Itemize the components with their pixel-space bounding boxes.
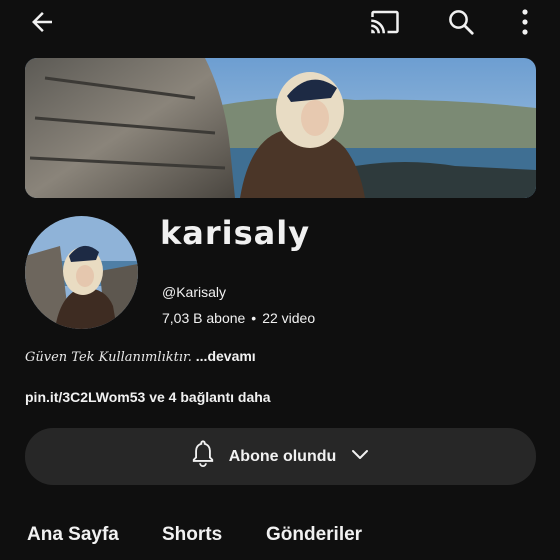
subscribed-label: Abone olundu bbox=[228, 447, 337, 465]
channel-name: karisaly bbox=[160, 214, 311, 252]
link-url[interactable]: pin.it/3C2LWom53 bbox=[25, 389, 145, 405]
description-text: Güven Tek Kullanımlıktır. bbox=[25, 350, 192, 365]
subscriber-count: 7,03 B abone bbox=[162, 310, 246, 326]
channel-banner bbox=[25, 58, 536, 198]
top-app-bar bbox=[0, 0, 560, 44]
channel-stats: 7,03 B abone • 22 video bbox=[162, 310, 315, 326]
search-icon[interactable] bbox=[440, 2, 482, 42]
stats-separator: • bbox=[251, 310, 257, 326]
arrow-left-icon[interactable] bbox=[22, 2, 62, 42]
bell-icon bbox=[189, 439, 217, 474]
tab-home[interactable]: Ana Sayfa bbox=[27, 524, 119, 546]
channel-links[interactable]: pin.it/3C2LWom53 ve 4 bağlantı daha bbox=[25, 389, 271, 405]
channel-handle: @Karisaly bbox=[162, 284, 227, 300]
video-count: 22 video bbox=[262, 310, 316, 326]
tab-shorts[interactable]: Shorts bbox=[162, 524, 222, 546]
more-vertical-icon[interactable] bbox=[506, 2, 544, 42]
channel-avatar[interactable] bbox=[25, 216, 138, 329]
cast-icon[interactable] bbox=[364, 2, 406, 42]
description-more-link[interactable]: ...devamı bbox=[196, 348, 256, 364]
tab-posts[interactable]: Gönderiler bbox=[266, 524, 362, 546]
subscribed-button[interactable]: Abone olundu bbox=[25, 428, 536, 485]
channel-tabs: Ana Sayfa Shorts Gönderiler bbox=[0, 520, 560, 560]
channel-description[interactable]: Güven Tek Kullanımlıktır. ...devamı bbox=[25, 348, 256, 365]
chevron-down-icon bbox=[348, 442, 372, 471]
more-links-text[interactable]: ve 4 bağlantı daha bbox=[149, 389, 270, 405]
